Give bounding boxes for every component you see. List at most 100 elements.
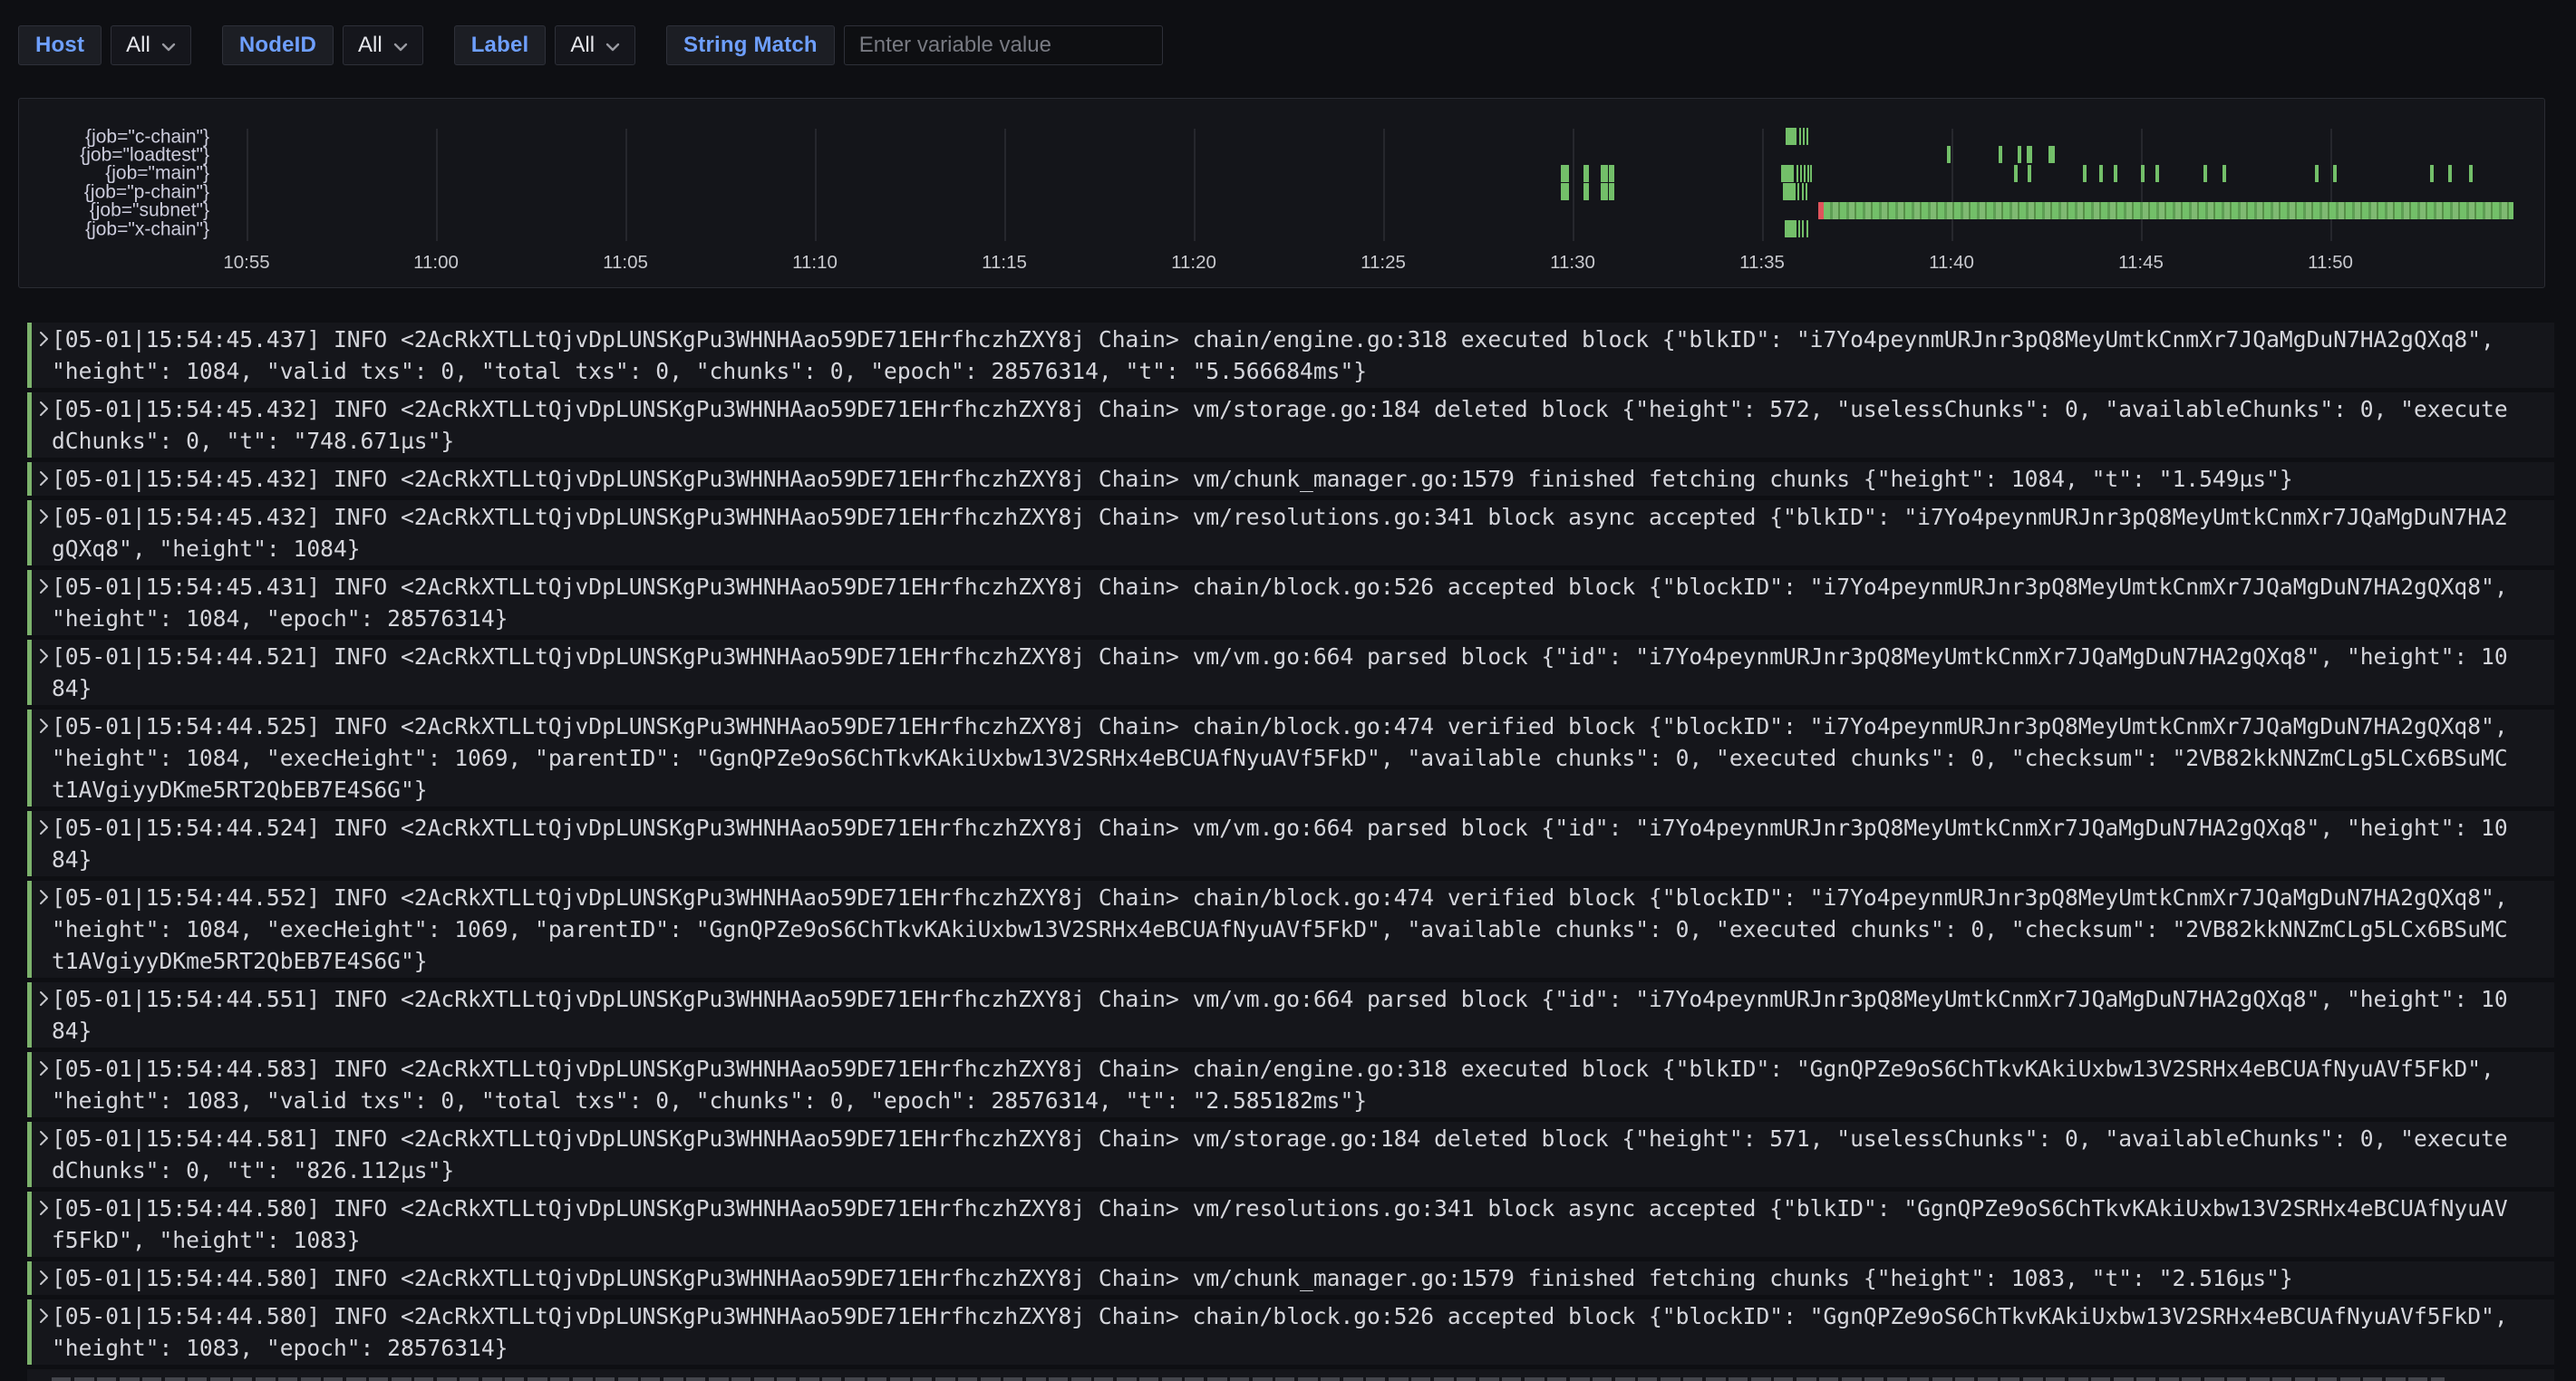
log-row[interactable]: [05-01|15:54:44.521] INFO <2AcRkXTLLtQjv… [27, 640, 2554, 705]
x-axis-tick-label: 11:40 [1929, 252, 1974, 274]
x-axis-tick-label: 11:05 [603, 252, 648, 274]
timeline-series-label: {job="loadtest"} [19, 145, 209, 164]
angle-right-icon[interactable] [38, 329, 50, 353]
log-level-bar [27, 500, 32, 565]
log-line-text: [05-01|15:54:44.551] INFO <2AcRkXTLLtQjv… [52, 983, 2512, 1047]
nodeid-variable-label: NodeID [222, 25, 334, 65]
angle-right-icon[interactable] [38, 817, 50, 842]
log-row[interactable]: [05-01|15:54:45.431] INFO <2AcRkXTLLtQjv… [27, 570, 2554, 635]
log-level-bar [27, 323, 32, 388]
chevron-down-icon[interactable] [605, 43, 620, 52]
angle-right-icon[interactable] [38, 646, 50, 671]
timeline-activity-bar [1803, 128, 1805, 145]
timeline-activity-bar [1796, 165, 1798, 182]
variable-toolbar: Host All NodeID All Label All String Mat… [18, 25, 1163, 65]
x-axis-tick-label: 11:30 [1550, 252, 1595, 274]
angle-right-icon[interactable] [38, 887, 50, 912]
chevron-down-icon[interactable] [393, 43, 408, 52]
timeline-activity-bar [2083, 165, 2087, 182]
timeline-activity-bar [1807, 165, 1809, 182]
x-gridline [436, 129, 438, 241]
timeline-activity-bar [1786, 128, 1797, 145]
angle-right-icon[interactable] [38, 1268, 50, 1292]
log-level-bar [27, 462, 32, 496]
timeline-activity-bar [1783, 183, 1796, 200]
log-row-partial[interactable] [27, 1369, 2554, 1381]
x-gridline [815, 129, 817, 241]
chevron-down-icon[interactable] [161, 43, 176, 52]
timeline-activity-bar [2099, 165, 2103, 182]
timeline-activity-bar [1810, 165, 1812, 182]
angle-right-icon[interactable] [38, 716, 50, 740]
angle-right-icon[interactable] [38, 576, 50, 601]
x-axis-tick-label: 11:45 [2118, 252, 2164, 274]
log-row[interactable]: [05-01|15:54:44.580] INFO <2AcRkXTLLtQjv… [27, 1261, 2554, 1295]
angle-right-icon[interactable] [38, 1058, 50, 1083]
timeline-activity-bar [2155, 165, 2159, 182]
timeline-activity-bar [2315, 165, 2319, 182]
x-gridline [1762, 129, 1764, 241]
variable-label: Label All [454, 25, 635, 65]
timeline-activity-bar [2469, 165, 2473, 182]
log-row[interactable]: [05-01|15:54:44.580] INFO <2AcRkXTLLtQjv… [27, 1299, 2554, 1365]
timeline-series-label: {job="subnet"} [19, 201, 209, 220]
angle-right-icon[interactable] [38, 1128, 50, 1153]
x-gridline [1004, 129, 1006, 241]
angle-right-icon[interactable] [38, 399, 50, 423]
x-gridline [625, 129, 627, 241]
log-row[interactable]: [05-01|15:54:45.432] INFO <2AcRkXTLLtQjv… [27, 500, 2554, 565]
log-row[interactable]: [05-01|15:54:45.432] INFO <2AcRkXTLLtQjv… [27, 462, 2554, 496]
log-row[interactable]: [05-01|15:54:45.432] INFO <2AcRkXTLLtQjv… [27, 392, 2554, 458]
log-row[interactable]: [05-01|15:54:44.580] INFO <2AcRkXTLLtQjv… [27, 1192, 2554, 1257]
timeline-activity-bar [2141, 165, 2145, 182]
log-row[interactable]: [05-01|15:54:44.525] INFO <2AcRkXTLLtQjv… [27, 710, 2554, 806]
x-gridline [1951, 129, 1953, 241]
angle-right-icon[interactable] [38, 989, 50, 1013]
log-row[interactable]: [05-01|15:54:44.583] INFO <2AcRkXTLLtQjv… [27, 1052, 2554, 1117]
log-line-text: [05-01|15:54:44.580] INFO <2AcRkXTLLtQjv… [52, 1300, 2512, 1364]
nodeid-variable-value: All [358, 33, 383, 58]
log-line-text: [05-01|15:54:44.524] INFO <2AcRkXTLLtQjv… [52, 812, 2512, 875]
label-variable-dropdown[interactable]: All [555, 25, 635, 65]
log-row[interactable]: [05-01|15:54:45.437] INFO <2AcRkXTLLtQjv… [27, 323, 2554, 388]
log-level-bar [27, 1299, 32, 1365]
timeline-activity-bar [2028, 165, 2031, 182]
log-level-bar [27, 881, 32, 978]
variable-host: Host All [18, 25, 191, 65]
log-line-text: [05-01|15:54:45.432] INFO <2AcRkXTLLtQjv… [52, 393, 2512, 457]
timeline-activity-bar [1802, 220, 1804, 237]
x-gridline [2141, 129, 2143, 241]
x-gridline [247, 129, 248, 241]
angle-right-icon[interactable] [38, 507, 50, 531]
timeline-activity-bar [1601, 183, 1608, 200]
log-level-bar [27, 1122, 32, 1187]
timeline-activity-bar [2018, 146, 2021, 163]
timeline-series-label: {job="x-chain"} [19, 219, 209, 238]
log-row[interactable]: [05-01|15:54:44.524] INFO <2AcRkXTLLtQjv… [27, 811, 2554, 876]
string-match-input[interactable] [844, 25, 1163, 65]
log-line-text: [05-01|15:54:45.437] INFO <2AcRkXTLLtQjv… [52, 324, 2512, 387]
timeline-series-label: {job="p-chain"} [19, 182, 209, 201]
host-variable-dropdown[interactable]: All [111, 25, 191, 65]
x-axis-tick-label: 11:50 [2308, 252, 2353, 274]
log-row[interactable]: [05-01|15:54:44.551] INFO <2AcRkXTLLtQjv… [27, 982, 2554, 1048]
log-line-text: [05-01|15:54:45.432] INFO <2AcRkXTLLtQjv… [52, 501, 2512, 565]
logs-panel: [05-01|15:54:45.437] INFO <2AcRkXTLLtQjv… [27, 323, 2554, 1381]
x-axis-tick-label: 10:55 [223, 252, 269, 274]
log-row[interactable]: [05-01|15:54:44.552] INFO <2AcRkXTLLtQjv… [27, 881, 2554, 978]
timeline-series-label: {job="main"} [19, 164, 209, 183]
log-line-text: [05-01|15:54:45.431] INFO <2AcRkXTLLtQjv… [52, 571, 2512, 634]
angle-right-icon[interactable] [38, 1306, 50, 1330]
label-variable-value: All [570, 33, 595, 58]
timeline-activity-bar [1781, 165, 1794, 182]
angle-right-icon[interactable] [38, 1198, 50, 1222]
timeline-activity-bar [1800, 165, 1802, 182]
log-volume-timeline-panel: 10:5511:0011:0511:1011:1511:2011:2511:30… [18, 98, 2545, 288]
x-axis-tick-label: 11:20 [1171, 252, 1216, 274]
timeline-activity-bar [1797, 183, 1799, 200]
angle-right-icon[interactable] [38, 468, 50, 493]
log-row[interactable]: [05-01|15:54:44.581] INFO <2AcRkXTLLtQjv… [27, 1122, 2554, 1187]
timeline-activity-bar [1806, 220, 1808, 237]
log-line-text: [05-01|15:54:44.580] INFO <2AcRkXTLLtQjv… [52, 1193, 2512, 1256]
nodeid-variable-dropdown[interactable]: All [343, 25, 423, 65]
